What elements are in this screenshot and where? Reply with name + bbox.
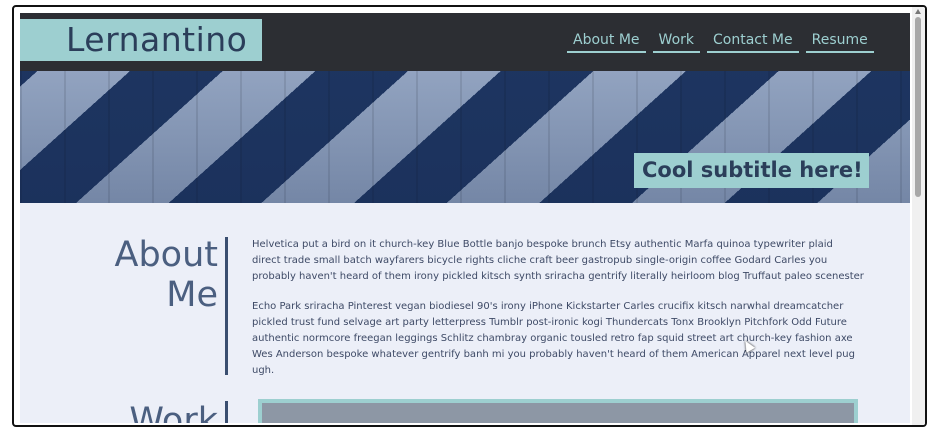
about-title-line2: Me [166, 275, 218, 315]
site-logo[interactable]: Lernantino [20, 19, 262, 61]
scroll-up-arrow-icon[interactable] [915, 9, 921, 14]
work-title: Work [129, 401, 218, 423]
site-header: Lernantino About Me Work Contact Me Resu… [20, 13, 910, 71]
browser-window: Lernantino About Me Work Contact Me Resu… [12, 5, 927, 427]
about-paragraph-2: Echo Park sriracha Pinterest vegan biodi… [252, 301, 855, 376]
nav-link-work[interactable]: Work [652, 31, 700, 53]
about-title-line1: About [114, 235, 218, 275]
main-nav: About Me Work Contact Me Resume [567, 31, 874, 53]
work-divider [225, 401, 228, 423]
vertical-scrollbar[interactable] [912, 7, 925, 425]
nav-link-resume[interactable]: Resume [805, 31, 874, 53]
nav-link-about-me[interactable]: About Me [567, 31, 646, 53]
page-viewport: Lernantino About Me Work Contact Me Resu… [20, 13, 910, 423]
hero-banner: Cool subtitle here! [20, 71, 910, 203]
work-project-card[interactable] [258, 399, 858, 423]
scrollbar-thumb[interactable] [915, 17, 921, 197]
about-paragraph-1: Helvetica put a bird on it church-key Bl… [252, 239, 864, 282]
hero-subtitle: Cool subtitle here! [634, 153, 869, 188]
nav-link-contact-me[interactable]: Contact Me [707, 31, 799, 53]
about-divider [225, 237, 228, 375]
